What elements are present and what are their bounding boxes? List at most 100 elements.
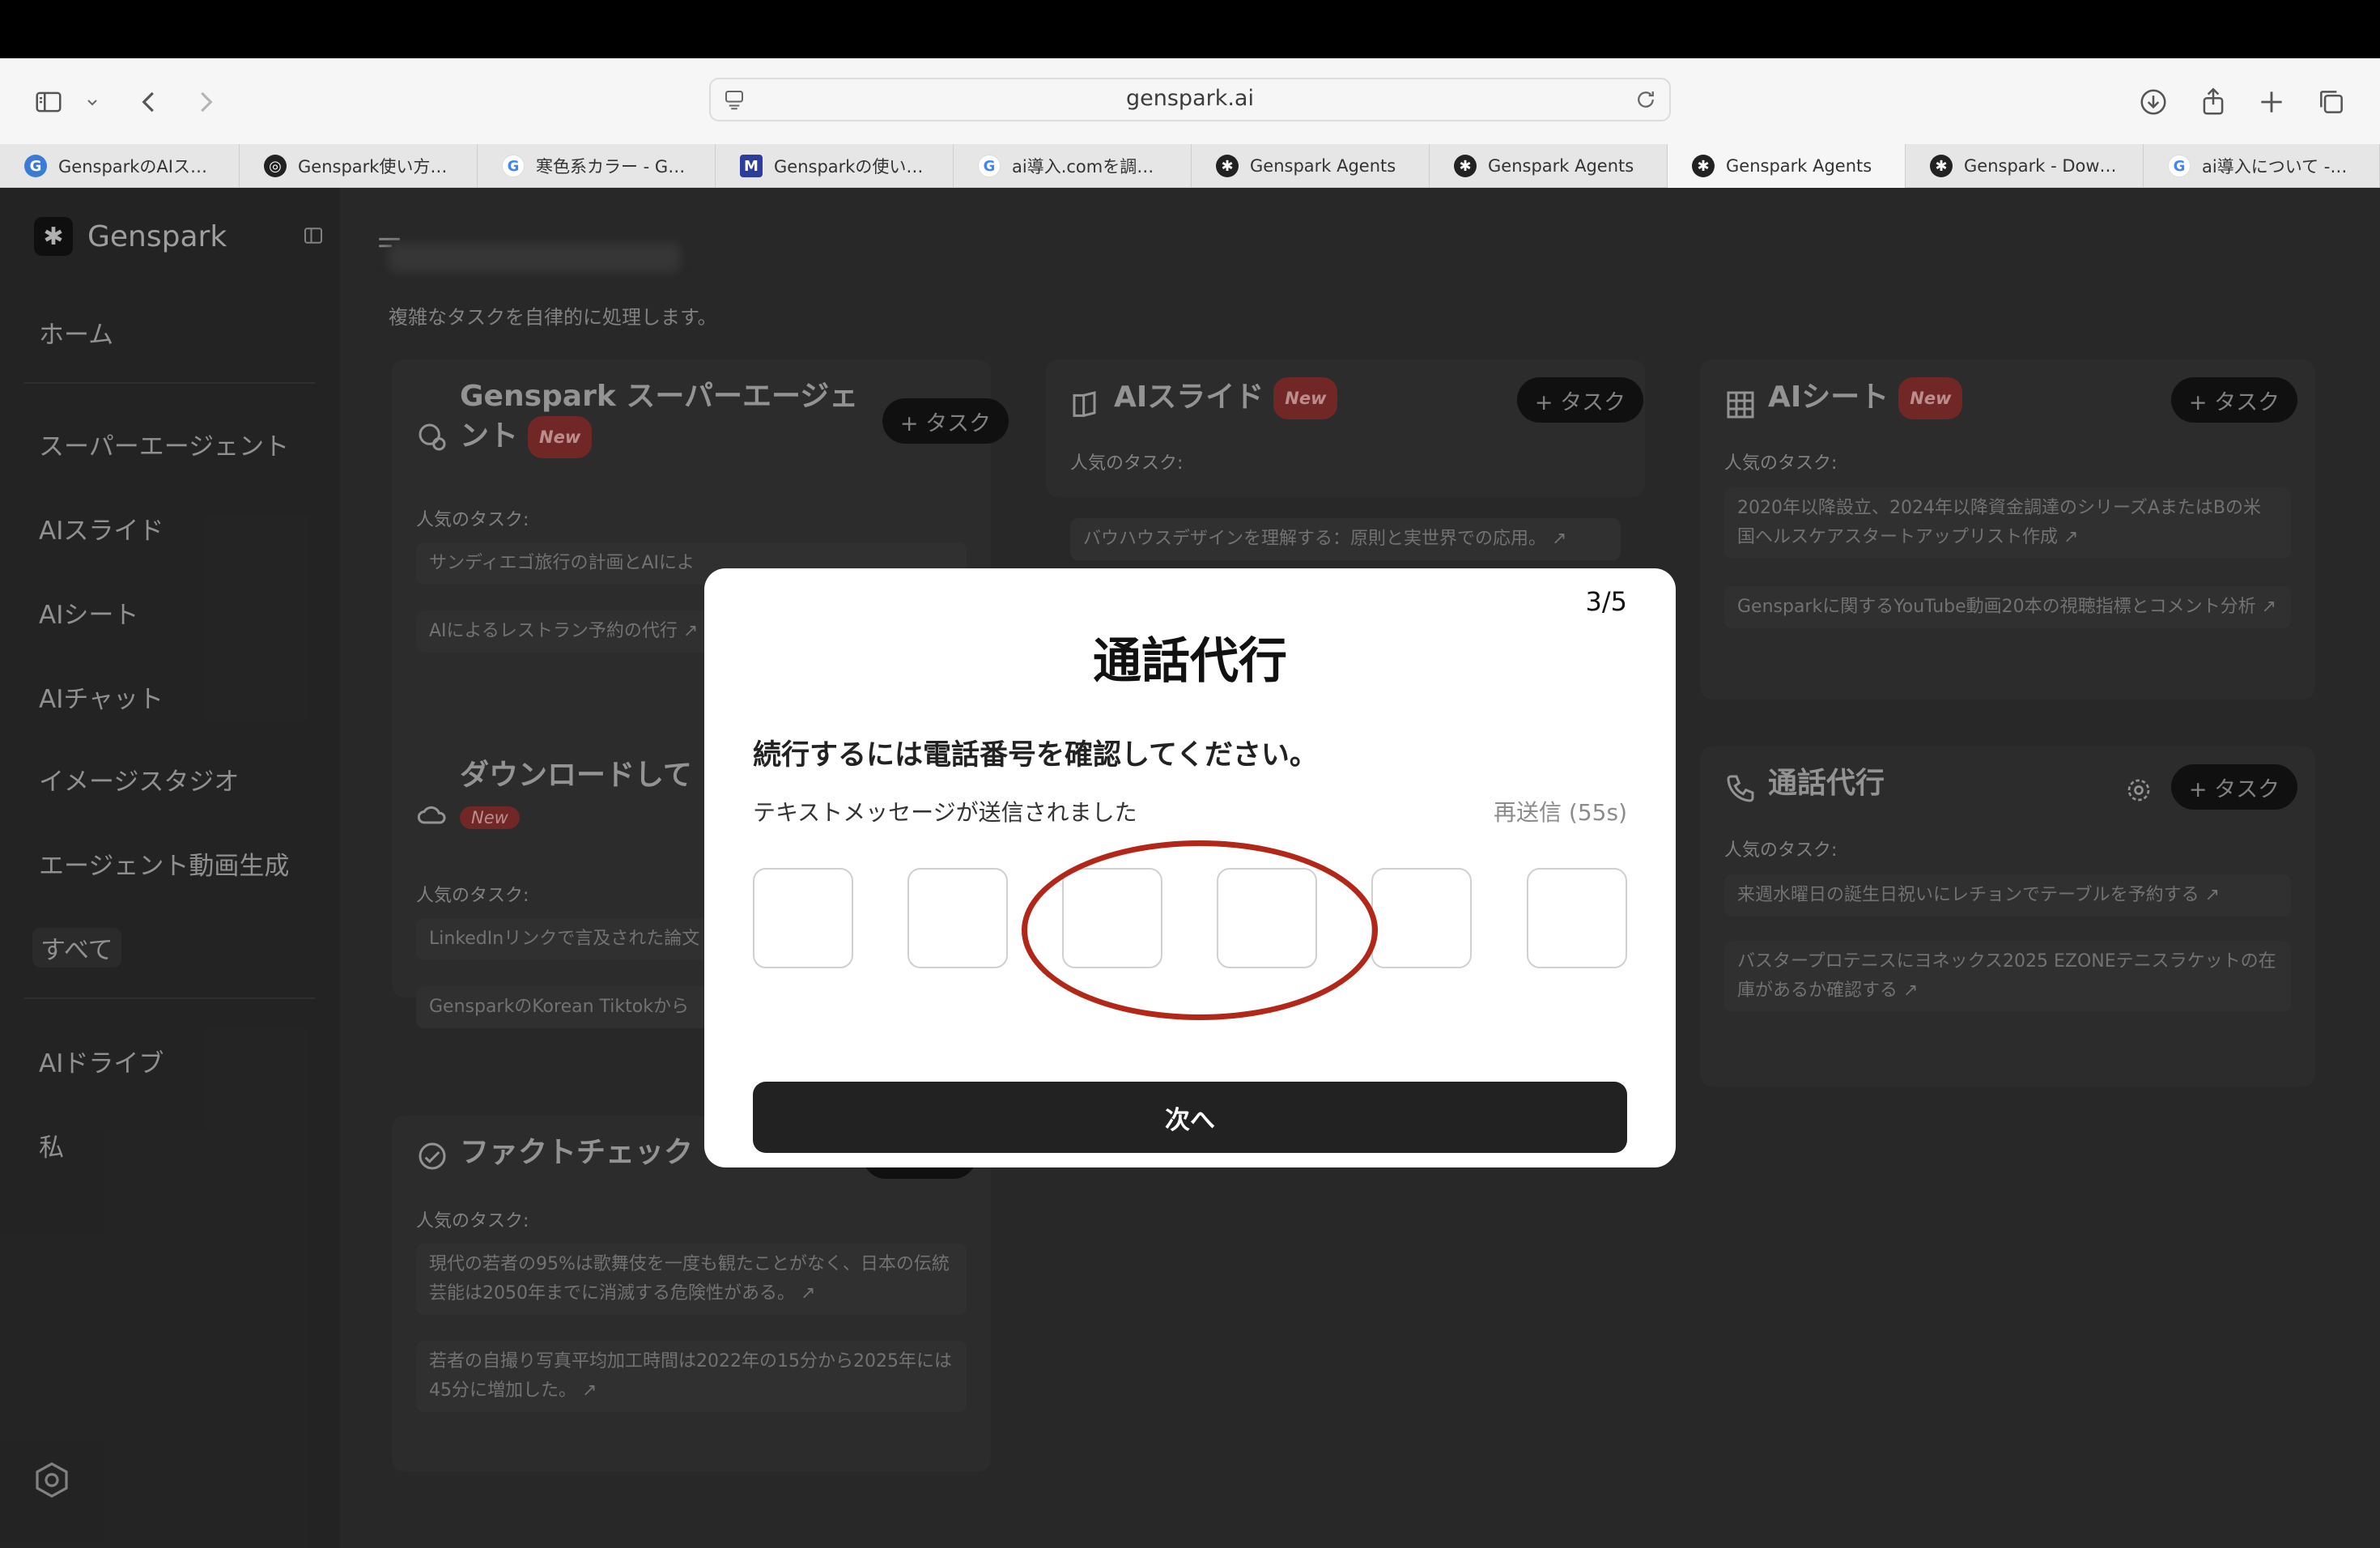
- popular-label: 人気のタスク:: [1724, 840, 1838, 861]
- code-digit-6[interactable]: [1527, 868, 1627, 968]
- sidebar-item-ai-chat[interactable]: AIチャット: [39, 678, 164, 715]
- code-digit-5[interactable]: [1371, 868, 1472, 968]
- browser-tab-active[interactable]: ✱ Genspark Agents: [1668, 144, 1906, 188]
- resend-link[interactable]: 再送信 (55s): [1494, 795, 1627, 827]
- sidebar-item-all[interactable]: すべて: [32, 928, 121, 968]
- card-fact-check: ファクトチェック 人気のタスク: 現代の若者の95%は歌舞伎を一度も観たことがな…: [392, 1116, 991, 1472]
- add-task-button[interactable]: + タスク: [882, 398, 1009, 444]
- tab-title: Genspark使い方…: [298, 157, 448, 176]
- popular-label: 人気のタスク:: [1724, 453, 1838, 474]
- popular-task[interactable]: Gensparkに関するYouTube動画20本の視聴指標とコメント分析 ↗: [1724, 586, 2291, 628]
- browser-tab[interactable]: G GensparkのAIス…: [0, 144, 240, 188]
- sidebar-item-ai-drive[interactable]: AIドライブ: [39, 1043, 164, 1079]
- book-icon: [1070, 389, 1103, 421]
- card-call-agent: 通話代行 + タスク 人気のタスク: 来週水曜日の誕生日祝いにレチョンでテーブル…: [1700, 746, 2315, 1087]
- tab-title: Genspark Agents: [1488, 156, 1634, 176]
- code-digit-1[interactable]: [753, 868, 853, 968]
- card-title-text: ダウンロードして: [460, 759, 692, 792]
- add-task-button[interactable]: + タスク: [2171, 764, 2297, 810]
- tab-title: Gensparkの使い…: [774, 157, 924, 176]
- step-indicator: 3/5: [1585, 586, 1628, 617]
- sms-sent-text: テキストメッセージが送信されました: [753, 799, 1137, 826]
- browser-tab[interactable]: M Gensparkの使い…: [716, 144, 954, 188]
- dialog-title: 通話代行: [1093, 633, 1287, 690]
- browser-tab[interactable]: ✱ Genspark - Dow…: [1906, 144, 2144, 188]
- card-title: AIスライド New: [1114, 377, 1338, 419]
- card-title-text: 通話代行: [1768, 767, 1885, 800]
- sidebar-item-image-studio[interactable]: イメージスタジオ: [39, 761, 239, 797]
- new-badge: New: [1273, 377, 1338, 419]
- check-circle-icon: [416, 1140, 448, 1172]
- settings-icon[interactable]: [32, 1461, 71, 1499]
- google-icon: G: [978, 155, 1001, 177]
- reload-icon[interactable]: [1634, 87, 1658, 112]
- browser-tab[interactable]: ✱ Genspark Agents: [1430, 144, 1668, 188]
- browser-tab[interactable]: Gai導入について -…: [2144, 144, 2380, 188]
- page-subtitle: 複雑なタスクを自律的に処理します。: [389, 306, 717, 329]
- browser-tab[interactable]: Gai導入.comを調…: [954, 144, 1192, 188]
- chat-bubbles-icon: [416, 421, 448, 453]
- popular-task[interactable]: バウハウスデザインを理解する：原則と実世界での応用。 ↗: [1070, 518, 1621, 560]
- sidebar-item-super-agent[interactable]: スーパーエージェント: [39, 426, 289, 462]
- bookmark-icon: M: [740, 155, 763, 177]
- card-title-text: AIスライド: [1114, 381, 1264, 414]
- sidebar-item-ai-slides[interactable]: AIスライド: [39, 510, 164, 546]
- screen: { "browser": { "url": "genspark.ai", "ta…: [0, 0, 2380, 1548]
- tab-title: 寒色系カラー - G…: [536, 157, 686, 176]
- card-title: AIシート New: [1768, 377, 1963, 419]
- address-bar[interactable]: genspark.ai: [709, 78, 1671, 121]
- popular-task[interactable]: 2020年以降設立、2024年以降資金調達のシリーズAまたはBの米国ヘルスケアス…: [1724, 487, 2291, 559]
- card-title: Genspark スーパーエージェント New: [460, 377, 865, 458]
- divider: [24, 382, 316, 384]
- popular-task[interactable]: バスタープロテニスにヨネックス2025 EZONEテニスラケットの在庫があるか確…: [1724, 941, 2291, 1012]
- sidebar-item-agent-video[interactable]: エージェント動画生成: [39, 845, 289, 882]
- popular-task[interactable]: 若者の自撮り写真平均加工時間は2022年の15分から2025年には45分に増加し…: [416, 1341, 967, 1412]
- card-title: ファクトチェック: [460, 1133, 693, 1172]
- browser-tab[interactable]: ◎ Genspark使い方…: [240, 144, 478, 188]
- sidebar-item-me[interactable]: 私: [39, 1127, 64, 1163]
- sidebar-item-ai-sheets[interactable]: AIシート: [39, 594, 138, 631]
- add-task-button[interactable]: + タスク: [2171, 377, 2297, 423]
- next-button[interactable]: 次へ: [753, 1082, 1627, 1153]
- add-task-button[interactable]: + タスク: [1517, 377, 1643, 423]
- share-icon[interactable]: [2194, 83, 2233, 121]
- genspark-doc-icon: G: [24, 155, 47, 177]
- new-tab-icon[interactable]: [2252, 83, 2291, 121]
- card-ai-slides: AIスライド New + タスク 人気のタスク: バウハウスデザインを理解する：原…: [1046, 359, 1645, 560]
- logo[interactable]: ✱ Genspark: [34, 217, 227, 256]
- code-digit-2[interactable]: [907, 868, 1008, 968]
- tab-overview-icon[interactable]: [2312, 83, 2351, 121]
- brand-name: Genspark: [87, 219, 227, 253]
- gear-icon[interactable]: [2124, 776, 2153, 805]
- chevron-down-icon[interactable]: [76, 83, 108, 121]
- browser-tab[interactable]: ✱ Genspark Agents: [1192, 144, 1430, 188]
- popular-label: 人気のタスク:: [1070, 453, 1184, 474]
- card-title: 通話代行: [1768, 764, 1885, 803]
- card-title-text: ファクトチェック: [460, 1136, 694, 1169]
- new-badge: New: [460, 806, 520, 829]
- sidebar-item-home[interactable]: ホーム: [39, 314, 113, 351]
- browser-tab[interactable]: G 寒色系カラー - G…: [478, 144, 716, 188]
- code-digit-3[interactable]: [1062, 868, 1162, 968]
- url-text[interactable]: genspark.ai: [711, 86, 1669, 111]
- new-badge: New: [1898, 377, 1963, 419]
- genspark-icon: ✱: [1216, 155, 1239, 177]
- menu-bar: [0, 0, 2380, 58]
- genspark-icon: ✱: [1692, 155, 1715, 177]
- tab-title: Genspark Agents: [1726, 156, 1872, 176]
- code-digit-4[interactable]: [1217, 868, 1317, 968]
- divider: [24, 997, 316, 999]
- back-icon[interactable]: [130, 83, 168, 121]
- sidebar-toggle-icon[interactable]: [29, 83, 68, 121]
- card-title-text: AIシート: [1768, 381, 1889, 414]
- phone-verification-dialog: 3/5 通話代行 続行するには電話番号を確認してください。 テキストメッセージが…: [704, 568, 1676, 1167]
- forward-icon[interactable]: [186, 83, 225, 121]
- popular-task[interactable]: 現代の若者の95%は歌舞伎を一度も観たことがなく、日本の伝統芸能は2050年まで…: [416, 1244, 967, 1315]
- genspark-icon: ✱: [1930, 155, 1953, 177]
- tab-title: Genspark Agents: [1250, 156, 1396, 176]
- download-icon[interactable]: [2134, 83, 2173, 121]
- genspark-logo-icon: ✱: [34, 217, 73, 256]
- collapse-sidebar-icon[interactable]: [301, 223, 325, 248]
- google-icon: G: [502, 155, 525, 177]
- popular-task[interactable]: 来週水曜日の誕生日祝いにレチョンでテーブルを予約する ↗: [1724, 874, 2291, 916]
